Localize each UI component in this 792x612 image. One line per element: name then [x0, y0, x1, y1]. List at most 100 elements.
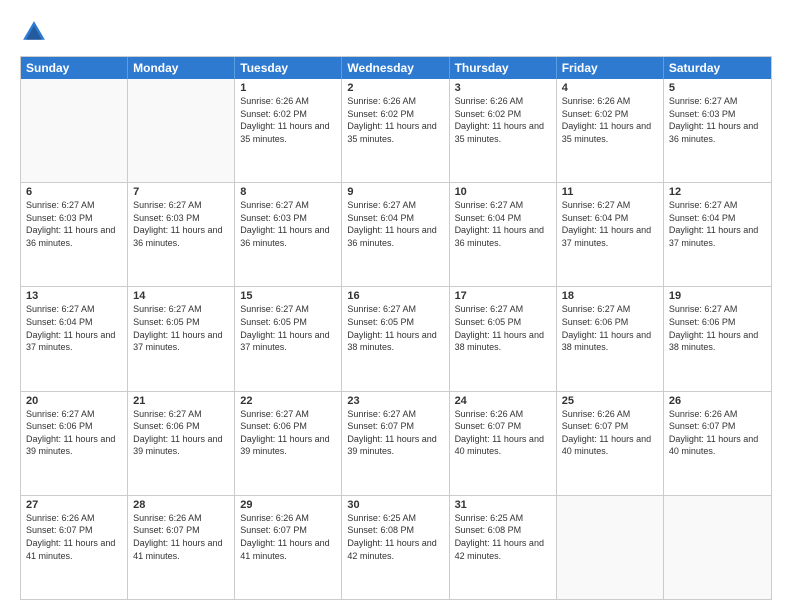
- day-number: 1: [240, 82, 336, 94]
- calendar-cell: [557, 496, 664, 599]
- cell-info: Sunrise: 6:26 AM Sunset: 6:07 PM Dayligh…: [240, 512, 336, 562]
- cell-info: Sunrise: 6:27 AM Sunset: 6:03 PM Dayligh…: [240, 199, 336, 249]
- cell-info: Sunrise: 6:27 AM Sunset: 6:06 PM Dayligh…: [240, 408, 336, 458]
- day-number: 26: [669, 395, 766, 407]
- cell-info: Sunrise: 6:27 AM Sunset: 6:04 PM Dayligh…: [26, 303, 122, 353]
- header: [20, 18, 772, 46]
- calendar-cell: 28Sunrise: 6:26 AM Sunset: 6:07 PM Dayli…: [128, 496, 235, 599]
- day-number: 3: [455, 82, 551, 94]
- calendar-body: 1Sunrise: 6:26 AM Sunset: 6:02 PM Daylig…: [21, 79, 771, 599]
- calendar-cell: 2Sunrise: 6:26 AM Sunset: 6:02 PM Daylig…: [342, 79, 449, 182]
- cell-info: Sunrise: 6:27 AM Sunset: 6:04 PM Dayligh…: [347, 199, 443, 249]
- day-number: 10: [455, 186, 551, 198]
- calendar-row-4: 20 Sunrise: 6:27 AM Sunset: 6:06 PM Dayli…: [21, 391, 771, 495]
- cell-info: Sunrise: 6:25 AM Sunset: 6:08 PM Dayligh…: [455, 512, 551, 562]
- cell-info: Sunrise: 6:27 AM Sunset: 6:03 PM Dayligh…: [669, 95, 766, 145]
- calendar-cell: 11Sunrise: 6:27 AM Sunset: 6:04 PM Dayli…: [557, 183, 664, 286]
- cell-info: Sunrise: 6:26 AM Sunset: 6:02 PM Dayligh…: [562, 95, 658, 145]
- day-number: 14: [133, 290, 229, 302]
- day-number: 21: [133, 395, 229, 407]
- day-number: 8: [240, 186, 336, 198]
- day-number: 2: [347, 82, 443, 94]
- calendar-cell: [128, 79, 235, 182]
- day-number: 24: [455, 395, 551, 407]
- cell-info: Sunrise: 6:27 AM Sunset: 6:04 PM Dayligh…: [455, 199, 551, 249]
- day-number: 9: [347, 186, 443, 198]
- calendar-cell: 14Sunrise: 6:27 AM Sunset: 6:05 PM Dayli…: [128, 287, 235, 390]
- day-number: 25: [562, 395, 658, 407]
- day-number: 20: [26, 395, 122, 407]
- cell-info: Sunrise: 6:27 AM Sunset: 6:05 PM Dayligh…: [455, 303, 551, 353]
- day-number: 19: [669, 290, 766, 302]
- calendar-cell: 30Sunrise: 6:25 AM Sunset: 6:08 PM Dayli…: [342, 496, 449, 599]
- calendar-cell: 12Sunrise: 6:27 AM Sunset: 6:04 PM Dayli…: [664, 183, 771, 286]
- day-number: 5: [669, 82, 766, 94]
- calendar-cell: 8Sunrise: 6:27 AM Sunset: 6:03 PM Daylig…: [235, 183, 342, 286]
- calendar-cell: 7Sunrise: 6:27 AM Sunset: 6:03 PM Daylig…: [128, 183, 235, 286]
- calendar-cell: 5Sunrise: 6:27 AM Sunset: 6:03 PM Daylig…: [664, 79, 771, 182]
- cell-info: Sunrise: 6:27 AM Sunset: 6:06 PM Dayligh…: [133, 408, 229, 458]
- calendar-header: SundayMondayTuesdayWednesdayThursdayFrid…: [21, 57, 771, 79]
- header-day-monday: Monday: [128, 57, 235, 79]
- cell-info: Sunrise: 6:27 AM Sunset: 6:04 PM Dayligh…: [669, 199, 766, 249]
- day-number: 13: [26, 290, 122, 302]
- logo-icon: [20, 18, 48, 46]
- page: SundayMondayTuesdayWednesdayThursdayFrid…: [0, 0, 792, 612]
- day-number: 30: [347, 499, 443, 511]
- day-number: 7: [133, 186, 229, 198]
- day-number: 29: [240, 499, 336, 511]
- calendar-cell: 13Sunrise: 6:27 AM Sunset: 6:04 PM Dayli…: [21, 287, 128, 390]
- day-number: 28: [133, 499, 229, 511]
- cell-info: Sunrise: 6:26 AM Sunset: 6:02 PM Dayligh…: [455, 95, 551, 145]
- day-number: 23: [347, 395, 443, 407]
- cell-info: Sunrise: 6:26 AM Sunset: 6:07 PM Dayligh…: [26, 512, 122, 562]
- calendar-row-1: 1Sunrise: 6:26 AM Sunset: 6:02 PM Daylig…: [21, 79, 771, 182]
- day-number: 6: [26, 186, 122, 198]
- cell-info: Sunrise: 6:27 AM Sunset: 6:06 PM Dayligh…: [562, 303, 658, 353]
- cell-info: Sunrise: 6:27 AM Sunset: 6:05 PM Dayligh…: [133, 303, 229, 353]
- day-number: 15: [240, 290, 336, 302]
- cell-info: Sunrise: 6:27 AM Sunset: 6:03 PM Dayligh…: [26, 199, 122, 249]
- calendar-cell: 19Sunrise: 6:27 AM Sunset: 6:06 PM Dayli…: [664, 287, 771, 390]
- cell-info: Sunrise: 6:26 AM Sunset: 6:07 PM Dayligh…: [562, 408, 658, 458]
- calendar-cell: 27Sunrise: 6:26 AM Sunset: 6:07 PM Dayli…: [21, 496, 128, 599]
- calendar-cell: 4Sunrise: 6:26 AM Sunset: 6:02 PM Daylig…: [557, 79, 664, 182]
- cell-info: Sunrise: 6:27 AM Sunset: 6:05 PM Dayligh…: [347, 303, 443, 353]
- calendar-cell: 21Sunrise: 6:27 AM Sunset: 6:06 PM Dayli…: [128, 392, 235, 495]
- header-day-wednesday: Wednesday: [342, 57, 449, 79]
- cell-info: Sunrise: 6:26 AM Sunset: 6:02 PM Dayligh…: [240, 95, 336, 145]
- calendar-cell: 24Sunrise: 6:26 AM Sunset: 6:07 PM Dayli…: [450, 392, 557, 495]
- calendar-row-2: 6Sunrise: 6:27 AM Sunset: 6:03 PM Daylig…: [21, 182, 771, 286]
- calendar-cell: 23Sunrise: 6:27 AM Sunset: 6:07 PM Dayli…: [342, 392, 449, 495]
- header-day-sunday: Sunday: [21, 57, 128, 79]
- calendar-cell: 31Sunrise: 6:25 AM Sunset: 6:08 PM Dayli…: [450, 496, 557, 599]
- day-number: 16: [347, 290, 443, 302]
- cell-info: Sunrise: 6:25 AM Sunset: 6:08 PM Dayligh…: [347, 512, 443, 562]
- calendar-row-5: 27Sunrise: 6:26 AM Sunset: 6:07 PM Dayli…: [21, 495, 771, 599]
- calendar-cell: 20Sunrise: 6:27 AM Sunset: 6:06 PM Dayli…: [21, 392, 128, 495]
- logo: [20, 18, 52, 46]
- cell-info: Sunrise: 6:27 AM Sunset: 6:03 PM Dayligh…: [133, 199, 229, 249]
- calendar-cell: 1Sunrise: 6:26 AM Sunset: 6:02 PM Daylig…: [235, 79, 342, 182]
- calendar-cell: 17Sunrise: 6:27 AM Sunset: 6:05 PM Dayli…: [450, 287, 557, 390]
- calendar-cell: 18Sunrise: 6:27 AM Sunset: 6:06 PM Dayli…: [557, 287, 664, 390]
- calendar-cell: 10Sunrise: 6:27 AM Sunset: 6:04 PM Dayli…: [450, 183, 557, 286]
- calendar-cell: 16Sunrise: 6:27 AM Sunset: 6:05 PM Dayli…: [342, 287, 449, 390]
- calendar-cell: 9Sunrise: 6:27 AM Sunset: 6:04 PM Daylig…: [342, 183, 449, 286]
- day-number: 22: [240, 395, 336, 407]
- header-day-saturday: Saturday: [664, 57, 771, 79]
- calendar-cell: 15Sunrise: 6:27 AM Sunset: 6:05 PM Dayli…: [235, 287, 342, 390]
- day-number: 31: [455, 499, 551, 511]
- cell-info: Sunrise: 6:26 AM Sunset: 6:02 PM Dayligh…: [347, 95, 443, 145]
- header-day-tuesday: Tuesday: [235, 57, 342, 79]
- cell-info: Sunrise: 6:26 AM Sunset: 6:07 PM Dayligh…: [455, 408, 551, 458]
- day-number: 18: [562, 290, 658, 302]
- calendar-cell: 29Sunrise: 6:26 AM Sunset: 6:07 PM Dayli…: [235, 496, 342, 599]
- day-number: 11: [562, 186, 658, 198]
- cell-info: Sunrise: 6:26 AM Sunset: 6:07 PM Dayligh…: [669, 408, 766, 458]
- header-day-friday: Friday: [557, 57, 664, 79]
- day-number: 27: [26, 499, 122, 511]
- calendar-cell: 26Sunrise: 6:26 AM Sunset: 6:07 PM Dayli…: [664, 392, 771, 495]
- header-day-thursday: Thursday: [450, 57, 557, 79]
- cell-info: Sunrise: 6:27 AM Sunset: 6:05 PM Dayligh…: [240, 303, 336, 353]
